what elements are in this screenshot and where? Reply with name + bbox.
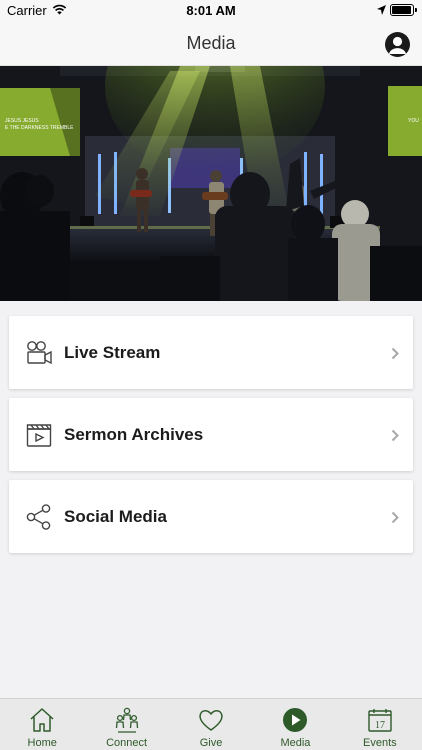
calendar-icon: 17 xyxy=(368,709,392,732)
tab-connect[interactable]: Connect xyxy=(84,699,168,750)
heart-icon xyxy=(199,710,223,731)
video-camera-icon xyxy=(27,341,52,365)
status-bar: Carrier 8:01 AM xyxy=(0,0,422,22)
screen-text-line1: JESUS JESUS xyxy=(5,118,39,124)
profile-button[interactable] xyxy=(385,32,410,57)
live-stream-label: Live Stream xyxy=(64,343,161,362)
worship-stage-photo: JESUS JESUS E THE DARKNESS TREMBLE YOU xyxy=(0,66,422,301)
social-media-item[interactable]: Social Media xyxy=(9,480,413,553)
user-icon xyxy=(389,36,406,54)
tab-connect-label: Connect xyxy=(106,737,148,749)
tab-events-label: Events xyxy=(363,737,397,749)
nav-bar: Media xyxy=(0,22,422,66)
tab-events[interactable]: 17 Events xyxy=(338,699,422,750)
play-circle-icon xyxy=(283,708,308,732)
chevron-right-icon xyxy=(391,347,399,360)
tab-media[interactable]: Media xyxy=(253,699,337,750)
people-icon xyxy=(115,707,138,733)
calendar-day: 17 xyxy=(375,720,385,731)
location-arrow-icon xyxy=(377,5,386,15)
live-stream-item[interactable]: Live Stream xyxy=(9,316,413,389)
battery-icon xyxy=(390,4,417,16)
tab-give-label: Give xyxy=(199,737,223,749)
sermon-archives-label: Sermon Archives xyxy=(64,425,204,444)
sermon-archives-item[interactable]: Sermon Archives xyxy=(9,398,413,471)
tab-media-label: Media xyxy=(280,737,311,749)
tab-home-label: Home xyxy=(27,737,57,749)
clapperboard-icon xyxy=(26,424,52,447)
home-icon xyxy=(30,708,54,732)
tab-bar: Home Connect Give Media 17 Events xyxy=(0,698,422,750)
tab-home[interactable]: Home xyxy=(0,699,84,750)
media-menu: Live Stream Sermon Archives Social Media xyxy=(9,316,413,562)
page-title: Media xyxy=(186,33,236,53)
chevron-right-icon xyxy=(391,429,399,442)
hero-image: JESUS JESUS E THE DARKNESS TREMBLE YOU xyxy=(0,66,422,301)
screen-right-text: YOU xyxy=(408,118,419,124)
screen-text-line2: E THE DARKNESS TREMBLE xyxy=(5,125,74,131)
share-icon xyxy=(26,504,51,530)
chevron-right-icon xyxy=(391,511,399,524)
social-media-label: Social Media xyxy=(64,507,167,526)
tab-give[interactable]: Give xyxy=(169,699,253,750)
status-time: 8:01 AM xyxy=(186,3,236,18)
